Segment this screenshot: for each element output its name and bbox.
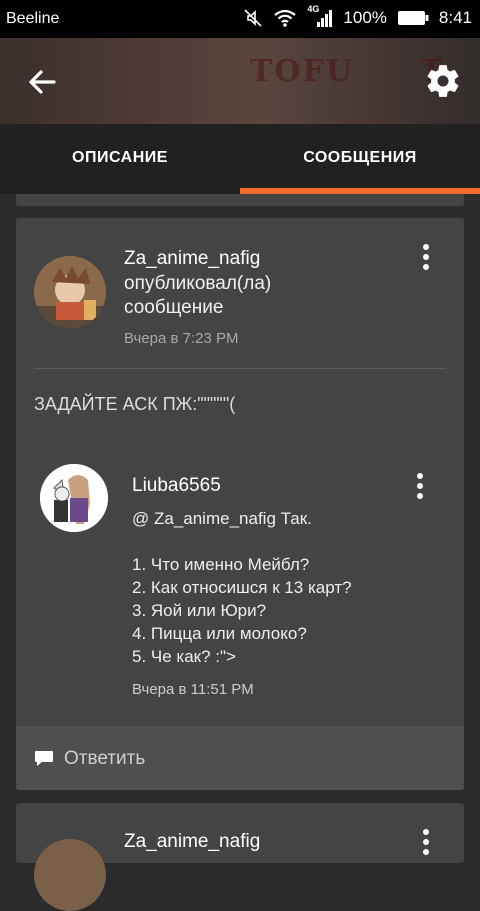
tab-bar: ОПИСАНИЕ СООБЩЕНИЯ — [0, 124, 480, 194]
signal-icon: 4G — [307, 4, 333, 28]
next-post-more-icon[interactable] — [422, 829, 430, 855]
reply-line-q5: 5. Че как? :"> — [132, 647, 236, 666]
reply-button[interactable]: Ответить — [64, 748, 145, 770]
post-action-line2: сообщение — [124, 297, 224, 318]
reply-more-icon[interactable] — [416, 473, 424, 499]
gear-icon[interactable] — [424, 62, 462, 100]
next-post-card: Za_anime_nafig — [16, 803, 464, 911]
tab-messages[interactable]: СООБЩЕНИЯ — [240, 124, 480, 194]
reply-time: Вчера в 11:51 PM — [132, 681, 254, 698]
reply-line-q4: 4. Пицца или молоко? — [132, 624, 307, 643]
tab-description[interactable]: ОПИСАНИЕ — [0, 124, 240, 194]
comment-icon — [35, 751, 53, 766]
post-time: Вчера в 7:23 PM — [124, 330, 239, 347]
status-icons: 4G 100% 8:41 — [243, 4, 472, 28]
battery-percent: 100% — [343, 8, 387, 27]
reply-line-mention: @ Za_anime_nafig Так. — [132, 509, 312, 528]
post-divider — [34, 368, 446, 369]
post-action-line1: опубликовал(ла) — [124, 273, 272, 294]
post-title: ЗАДАЙТЕ АСК ПЖ:"""""( — [34, 394, 236, 414]
reply-footer[interactable]: Ответить — [16, 726, 464, 790]
reply-avatar[interactable] — [40, 464, 108, 532]
reply-line-q3: 3. Яой или Юри? — [132, 601, 267, 620]
post-more-icon[interactable] — [422, 244, 430, 270]
battery-icon — [397, 11, 429, 25]
reply-author[interactable]: Liuba6565 — [132, 475, 221, 497]
previous-card-edge — [16, 194, 464, 206]
status-bar: Beeline 4G 100% 8:41 — [0, 0, 480, 38]
clock: 8:41 — [438, 8, 472, 27]
reply-line-q1: 1. Что именно Мейбл? — [132, 555, 310, 574]
carrier-name: Beeline — [6, 10, 60, 27]
post-card: Za_anime_nafig опубликовал(ла) сообщение… — [16, 218, 464, 790]
next-author-avatar[interactable] — [34, 839, 106, 911]
back-arrow-icon[interactable] — [24, 64, 60, 100]
reply-line-q2: 2. Как относишся к 13 карт? — [132, 578, 352, 597]
next-post-author[interactable]: Za_anime_nafig — [124, 831, 260, 853]
post-author[interactable]: Za_anime_nafig — [124, 248, 260, 270]
mute-icon — [244, 9, 262, 27]
wifi-icon — [274, 9, 297, 27]
author-avatar[interactable] — [34, 256, 106, 328]
header-banner: TOFU T — [0, 38, 480, 124]
banner-shade — [0, 38, 480, 124]
